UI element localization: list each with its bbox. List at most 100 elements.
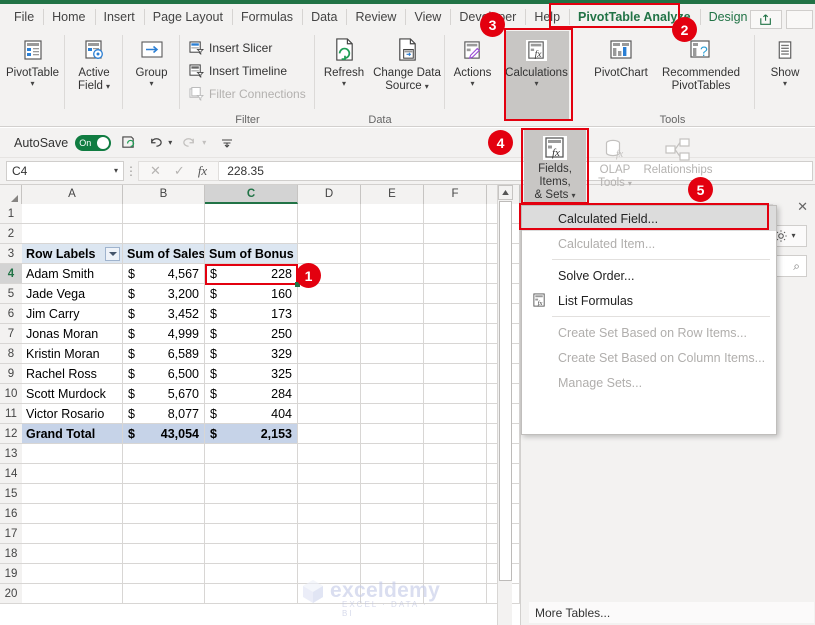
cell-e1[interactable] (361, 204, 424, 224)
customize-qat-button[interactable] (217, 133, 237, 153)
cell-d17[interactable] (298, 524, 361, 544)
fields-items-sets-button[interactable]: fx Fields, Items, & Sets ▾ (524, 130, 586, 202)
cell-d7[interactable] (298, 324, 361, 344)
cell-e13[interactable] (361, 444, 424, 464)
menu-item-calculated-field[interactable]: Calculated Field... (522, 206, 776, 231)
cell-f5[interactable] (424, 284, 487, 304)
cell-d6[interactable] (298, 304, 361, 324)
table-row[interactable]: $284 (205, 384, 298, 404)
row-header-9[interactable]: 9 (0, 364, 22, 384)
row-header-12[interactable]: 12 (0, 424, 22, 444)
cell-e6[interactable] (361, 304, 424, 324)
cell-b20[interactable] (123, 584, 205, 604)
chevron-down-icon[interactable]: ▾ (783, 80, 787, 88)
cell-c16[interactable] (205, 504, 298, 524)
actions-button[interactable]: Actions ▾ (445, 35, 500, 88)
column-header-f[interactable]: F (424, 185, 487, 204)
cell-f3[interactable] (424, 244, 487, 264)
pivotchart-button[interactable]: PivotChart (590, 35, 652, 80)
autosave-toggle[interactable]: On (75, 135, 111, 151)
cell-f18[interactable] (424, 544, 487, 564)
cancel-icon[interactable]: ✕ (150, 163, 161, 179)
cell-b13[interactable] (123, 444, 205, 464)
tab-data[interactable]: Data (302, 4, 346, 30)
cell-e16[interactable] (361, 504, 424, 524)
cell-f6[interactable] (424, 304, 487, 324)
cell-f7[interactable] (424, 324, 487, 344)
table-row[interactable]: Adam Smith (22, 264, 123, 284)
cell-f4[interactable] (424, 264, 487, 284)
group-button[interactable]: Group ▾ (123, 35, 180, 88)
cell-a1[interactable] (22, 204, 123, 224)
cell-a13[interactable] (22, 444, 123, 464)
cell-d10[interactable] (298, 384, 361, 404)
table-row[interactable]: $325 (205, 364, 298, 384)
cell-e12[interactable] (361, 424, 424, 444)
cell-c3-sum-of-bonus[interactable]: Sum of Bonus (205, 244, 298, 264)
calculations-button[interactable]: fx Calculations ▾ (504, 35, 569, 88)
tab-insert[interactable]: Insert (95, 4, 144, 30)
cell-e10[interactable] (361, 384, 424, 404)
cell-f10[interactable] (424, 384, 487, 404)
show-button[interactable]: Show ▾ (755, 35, 815, 88)
cell-f16[interactable] (424, 504, 487, 524)
cell-a17[interactable] (22, 524, 123, 544)
refresh-button[interactable]: Refresh ▾ (318, 35, 370, 88)
table-row[interactable]: $4,567 (123, 264, 205, 284)
table-row[interactable]: $4,999 (123, 324, 205, 344)
scroll-up-button[interactable] (498, 185, 513, 200)
enter-icon[interactable]: ✓ (174, 163, 185, 179)
table-row[interactable]: $404 (205, 404, 298, 424)
name-box[interactable]: C4 ▾ (6, 161, 124, 181)
row-header-6[interactable]: 6 (0, 304, 22, 324)
row-header-20[interactable]: 20 (0, 584, 22, 604)
row-header-13[interactable]: 13 (0, 444, 22, 464)
tab-page-layout[interactable]: Page Layout (144, 4, 232, 30)
cell-e18[interactable] (361, 544, 424, 564)
table-row[interactable]: Jim Carry (22, 304, 123, 324)
chevron-down-icon[interactable]: ▾ (425, 83, 429, 91)
tab-view[interactable]: View (405, 4, 450, 30)
chevron-down-icon[interactable]: ▾ (791, 232, 795, 240)
cell-d15[interactable] (298, 484, 361, 504)
insert-slicer-button[interactable]: Insert Slicer (188, 38, 272, 58)
cell-f2[interactable] (424, 224, 487, 244)
comments-button[interactable] (786, 10, 813, 29)
table-row[interactable]: Rachel Ross (22, 364, 123, 384)
row-header-1[interactable]: 1 (0, 204, 22, 224)
cell-e14[interactable] (361, 464, 424, 484)
column-header-b[interactable]: B (123, 185, 205, 204)
undo-button[interactable] (145, 133, 165, 153)
cell-b14[interactable] (123, 464, 205, 484)
row-header-16[interactable]: 16 (0, 504, 22, 524)
table-row[interactable]: Jade Vega (22, 284, 123, 304)
chevron-down-icon[interactable]: ▾ (149, 80, 153, 88)
cell-a3-row-labels[interactable]: Row Labels (22, 244, 123, 264)
cell-d8[interactable] (298, 344, 361, 364)
menu-item-solve-order[interactable]: Solve Order... (522, 263, 776, 288)
row-labels-filter-button[interactable] (105, 247, 120, 261)
cell-a19[interactable] (22, 564, 123, 584)
table-row[interactable]: Kristin Moran (22, 344, 123, 364)
cell-e17[interactable] (361, 524, 424, 544)
pivottable-button[interactable]: PivotTable ▾ (0, 35, 65, 88)
cell-b17[interactable] (123, 524, 205, 544)
cell-d14[interactable] (298, 464, 361, 484)
active-field-button[interactable]: Active Field ▾ (65, 35, 123, 93)
share-button[interactable] (750, 10, 782, 29)
cell-b19[interactable] (123, 564, 205, 584)
grand-total-row[interactable]: Grand Total (22, 424, 123, 444)
cell-d11[interactable] (298, 404, 361, 424)
cell-d1[interactable] (298, 204, 361, 224)
cell-f15[interactable] (424, 484, 487, 504)
table-row[interactable]: $250 (205, 324, 298, 344)
cell-e5[interactable] (361, 284, 424, 304)
scrollbar-thumb[interactable] (499, 201, 512, 581)
cell-c14[interactable] (205, 464, 298, 484)
row-header-10[interactable]: 10 (0, 384, 22, 404)
cell-d18[interactable] (298, 544, 361, 564)
table-row[interactable]: Scott Murdock (22, 384, 123, 404)
chevron-down-icon[interactable]: ▾ (534, 80, 538, 88)
vertical-scrollbar[interactable] (497, 185, 512, 625)
cell-b18[interactable] (123, 544, 205, 564)
